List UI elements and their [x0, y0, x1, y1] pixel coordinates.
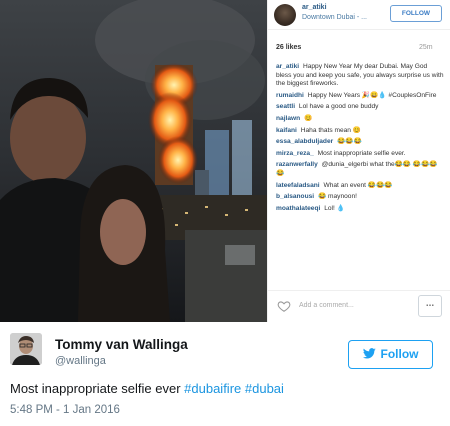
instagram-avatar[interactable]	[274, 4, 296, 26]
twitter-follow-button[interactable]: Follow	[348, 340, 433, 369]
comment-user[interactable]: lateefaladsani	[276, 182, 320, 189]
comment-user[interactable]: rumaidhi	[276, 92, 304, 99]
comment-item: razanwerfally @dunia_elgerbi what the😂😂 …	[276, 161, 444, 178]
comment-text: 😊	[304, 114, 313, 122]
comment-user[interactable]: mirza_reza_	[276, 150, 314, 157]
comment-item: rumaidhi Happy New Years 🎉😀💧 #CouplesOnF…	[276, 92, 444, 101]
embedded-tweet-card: ar_atiki Downtown Dubai - ... FOLLOW 26 …	[0, 0, 450, 426]
instagram-username[interactable]: ar_atiki	[302, 4, 327, 11]
comment-text: Most inappropriate selfie ever.	[317, 149, 406, 157]
follow-label: Follow	[380, 347, 419, 361]
comment-user[interactable]: najlawn	[276, 115, 300, 122]
comment-user[interactable]: seattli	[276, 103, 295, 110]
comment-user[interactable]: b_alsanousi	[276, 193, 314, 200]
twitter-bird-icon	[362, 348, 376, 359]
hashtag-dubaifire[interactable]: #dubaifire	[184, 381, 241, 396]
comment-text: 😂😂😂	[337, 138, 362, 146]
photo-illustration	[0, 0, 267, 322]
caption: ar_atiki Happy New Year My dear Dubai. M…	[276, 63, 444, 89]
comment-user[interactable]: essa_alabduljader	[276, 138, 333, 145]
heart-icon[interactable]	[277, 299, 291, 313]
tweet-text-plain: Most inappropriate selfie ever	[10, 381, 185, 396]
comment-item: seattli Lol have a good one buddy	[276, 103, 444, 112]
selfie-photo[interactable]	[0, 0, 267, 322]
comment-text: What an event 😂😂😂	[323, 181, 393, 189]
caption-user[interactable]: ar_atiki	[276, 63, 299, 70]
instagram-follow-button[interactable]: FOLLOW	[390, 5, 442, 22]
comment-user[interactable]: razanwerfally	[276, 161, 318, 168]
post-age: 25m	[419, 44, 433, 51]
comment-text: Lol have a good one buddy	[298, 103, 379, 111]
instagram-embed: ar_atiki Downtown Dubai - ... FOLLOW 26 …	[0, 0, 450, 322]
comment-bar: Add a comment... ...	[268, 290, 450, 322]
caption-text: Happy New Year My dear Dubai. May God bl…	[276, 63, 444, 88]
comments-list: ar_atiki Happy New Year My dear Dubai. M…	[276, 63, 444, 216]
comment-item: b_alsanousi 😂 maynoon!	[276, 193, 444, 202]
instagram-location[interactable]: Downtown Dubai - ...	[302, 14, 367, 21]
comment-text: Lol! 💧	[324, 204, 345, 212]
comment-item: moathalateeqi Lol! 💧	[276, 205, 444, 214]
tweet-avatar[interactable]	[10, 333, 42, 365]
instagram-header: ar_atiki Downtown Dubai - ... FOLLOW	[268, 0, 450, 30]
comment-item: kaifani Haha thats mean 😊	[276, 127, 444, 136]
comment-user[interactable]: moathalateeqi	[276, 205, 320, 212]
tweet: Tommy van Wallinga @wallinga Follow Most…	[0, 322, 450, 426]
avatar-portrait	[10, 333, 42, 365]
tweet-author-name[interactable]: Tommy van Wallinga	[55, 337, 188, 352]
comment-item: essa_alabduljader 😂😂😂	[276, 138, 444, 147]
comment-text: 😂 maynoon!	[317, 193, 357, 201]
comment-text: Happy New Years 🎉😀💧 #CouplesOnFire	[307, 91, 437, 99]
comment-user[interactable]: kaifani	[276, 127, 297, 134]
comment-item: mirza_reza_ Most inappropriate selfie ev…	[276, 150, 444, 159]
tweet-author-handle[interactable]: @wallinga	[55, 355, 106, 367]
tweet-text: Most inappropriate selfie ever #dubaifir…	[10, 381, 284, 396]
comment-item: lateefaladsani What an event 😂😂😂	[276, 182, 444, 191]
more-options-button[interactable]: ...	[418, 295, 442, 317]
add-comment-input[interactable]: Add a comment...	[299, 302, 354, 309]
likes-count[interactable]: 26 likes	[276, 44, 301, 51]
comment-text: Haha thats mean 😊	[300, 126, 361, 134]
comment-item: najlawn 😊	[276, 115, 444, 124]
instagram-sidebar: ar_atiki Downtown Dubai - ... FOLLOW 26 …	[267, 0, 450, 322]
tweet-timestamp[interactable]: 5:48 PM - 1 Jan 2016	[10, 404, 120, 416]
hashtag-dubai[interactable]: #dubai	[245, 381, 284, 396]
